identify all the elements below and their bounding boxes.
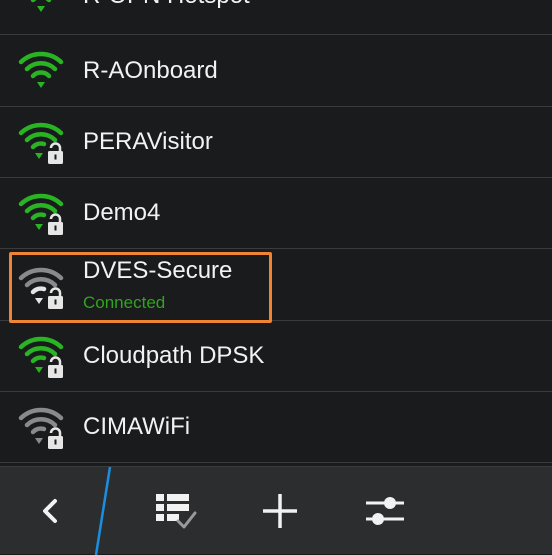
network-name: Demo4	[83, 199, 161, 226]
wifi-secured-icon	[18, 267, 64, 309]
network-name: R-OPN Hotspot	[83, 0, 250, 10]
wifi-network-list: R-OPN Hotspot R-AOnboard PERAVisitor	[0, 0, 552, 466]
sliders-icon	[366, 497, 404, 525]
wifi-secured-icon	[18, 336, 64, 378]
network-row-r-aonboard[interactable]: R-AOnboard	[0, 36, 552, 107]
network-name: R-AOnboard	[83, 57, 218, 84]
network-row-peravisitor[interactable]: PERAVisitor	[0, 107, 552, 178]
network-row-cimawifi[interactable]: CIMAWiFi	[0, 392, 552, 463]
wifi-secured-icon	[18, 122, 64, 164]
wifi-secured-icon	[18, 193, 64, 235]
connection-status: Connected	[83, 293, 166, 312]
wifi-signal-icon	[30, 0, 52, 12]
wifi-signal-icon	[18, 51, 64, 88]
network-name: DVES-Secure	[83, 257, 233, 284]
toolbar-divider	[94, 467, 112, 555]
checklist-icon	[156, 494, 197, 529]
network-name: Cloudpath DPSK	[83, 342, 265, 369]
select-items-button[interactable]	[135, 467, 215, 555]
network-row-r-opn-hotspot[interactable]: R-OPN Hotspot	[0, 0, 552, 35]
network-row-dves-secure[interactable]: DVES-Secure Connected	[0, 249, 552, 321]
wifi-secured-icon	[18, 407, 64, 449]
network-name: PERAVisitor	[83, 128, 213, 155]
plus-icon	[263, 494, 297, 528]
bottom-toolbar	[0, 466, 552, 555]
add-network-button[interactable]	[240, 467, 320, 555]
network-row-demo4[interactable]: Demo4	[0, 178, 552, 249]
advanced-settings-button[interactable]	[345, 467, 425, 555]
network-row-cloudpath-dpsk[interactable]: Cloudpath DPSK	[0, 321, 552, 392]
network-name: CIMAWiFi	[83, 413, 191, 440]
